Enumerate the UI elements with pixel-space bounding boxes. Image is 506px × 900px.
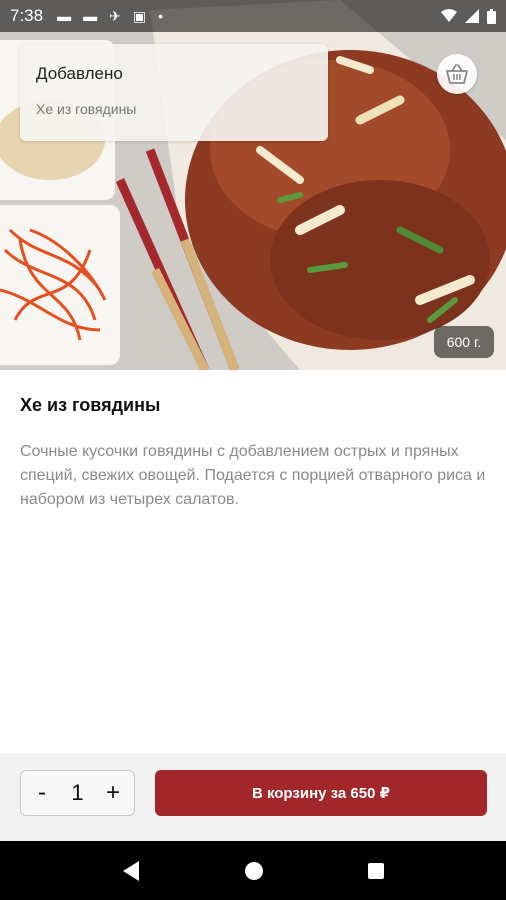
back-icon[interactable] (121, 860, 141, 882)
added-toast: Добавлено Хе из говядины (20, 44, 328, 141)
order-bar: - 1 + В корзину за 650 ₽ (0, 753, 506, 841)
recents-icon[interactable] (367, 862, 385, 880)
signal-icon (465, 9, 479, 23)
product-description: Сочные кусочки говядины с добавлением ос… (20, 443, 486, 508)
product-screen: 7:38 ▬ ▬ ✈ ▣ • Добавлено Хе из говядины (0, 0, 506, 900)
basket-icon (446, 64, 468, 84)
system-nav-bar (0, 841, 506, 900)
product-info: Хе из говядины Сочные кусочки говядины с… (20, 395, 488, 512)
status-time: 7:38 (10, 6, 44, 25)
increase-button[interactable]: + (102, 779, 124, 807)
dot-icon: • (158, 8, 163, 24)
product-title: Хе из говядины (20, 395, 161, 415)
add-to-cart-button[interactable]: В корзину за 650 ₽ (155, 770, 487, 816)
notification-dash-icon: ▬ (57, 8, 72, 24)
weight-badge: 600 г. (434, 326, 494, 358)
airplane-icon: ✈ (109, 7, 121, 24)
wifi-icon (441, 9, 457, 22)
basket-button[interactable] (437, 54, 477, 94)
toast-title: Добавлено (36, 64, 123, 83)
home-icon[interactable] (244, 861, 264, 881)
battery-icon (487, 8, 496, 24)
status-bar: 7:38 ▬ ▬ ✈ ▣ • (0, 0, 506, 32)
quantity-value: 1 (71, 780, 84, 805)
toast-subtitle: Хе из говядины (36, 101, 137, 117)
status-notification-icons: ▬ ▬ ✈ ▣ • (57, 8, 163, 25)
notification-dash-icon: ▬ (83, 8, 98, 24)
quantity-stepper: - 1 + (20, 770, 135, 816)
decrease-button[interactable]: - (31, 779, 53, 807)
status-system-icons (441, 8, 496, 24)
app-notification-icon: ▣ (132, 7, 147, 24)
